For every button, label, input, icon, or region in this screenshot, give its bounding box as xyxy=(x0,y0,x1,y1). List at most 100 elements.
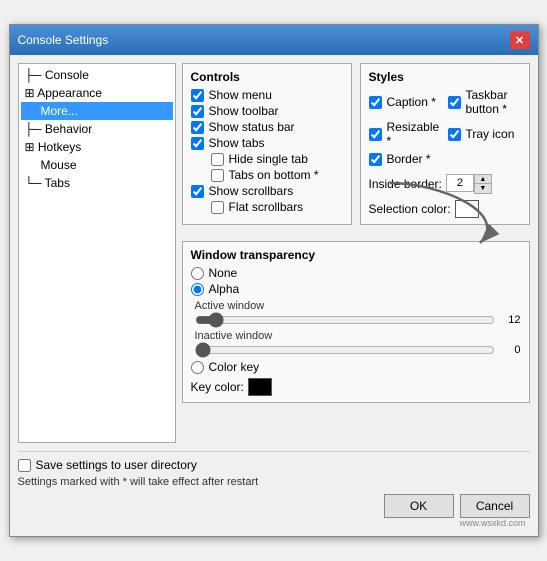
inactive-window-value: 0 xyxy=(501,344,521,356)
hide-single-tab-label: Hide single tab xyxy=(229,152,308,166)
show-tabs-row: Show tabs xyxy=(191,136,343,150)
taskbar-button-row: Taskbar button * xyxy=(448,88,521,116)
colorkey-radio-row: Color key xyxy=(191,360,521,374)
tabs-on-bottom-label: Tabs on bottom * xyxy=(229,168,319,182)
show-menu-checkbox[interactable] xyxy=(191,89,204,102)
hide-single-tab-checkbox[interactable] xyxy=(211,153,224,166)
sidebar-item-mouse[interactable]: Mouse xyxy=(21,156,173,174)
show-scrollbars-checkbox[interactable] xyxy=(191,185,204,198)
inside-border-spinner: ▲ ▼ xyxy=(446,174,492,194)
border-row: Border * xyxy=(369,152,442,166)
none-label: None xyxy=(209,266,238,280)
tray-icon-label: Tray icon xyxy=(466,127,515,141)
caption-label: Caption * xyxy=(387,95,436,109)
controls-title: Controls xyxy=(191,70,343,84)
tabs-on-bottom-checkbox[interactable] xyxy=(211,169,224,182)
transparency-title: Window transparency xyxy=(191,248,521,262)
save-settings-label: Save settings to user directory xyxy=(36,458,197,472)
watermark: www.wsxkd.com xyxy=(18,518,530,528)
selection-color-row: Selection color: xyxy=(369,200,521,218)
key-color-label: Key color: xyxy=(191,380,244,394)
right-panel: Controls Show menu Show toolbar Show sta… xyxy=(182,63,530,443)
active-window-slider-row: 12 xyxy=(195,314,521,326)
border-checkbox[interactable] xyxy=(369,153,382,166)
resizable-row: Resizable * xyxy=(369,120,442,148)
resizable-label: Resizable * xyxy=(387,120,442,148)
flat-scrollbars-checkbox[interactable] xyxy=(211,201,224,214)
spinner-up-button[interactable]: ▲ xyxy=(475,175,491,184)
show-scrollbars-row: Show scrollbars xyxy=(191,184,343,198)
inside-border-row: Inside border: ▲ ▼ xyxy=(369,174,521,194)
spinner-buttons: ▲ ▼ xyxy=(474,174,492,194)
flat-scrollbars-label: Flat scrollbars xyxy=(229,200,304,214)
show-toolbar-row: Show toolbar xyxy=(191,104,343,118)
sidebar-item-more[interactable]: More... xyxy=(21,102,173,120)
alpha-label: Alpha xyxy=(209,282,240,296)
controls-styles-row: Controls Show menu Show toolbar Show sta… xyxy=(182,63,530,225)
taskbar-button-label: Taskbar button * xyxy=(466,88,521,116)
sidebar-item-behavior[interactable]: ├─ Behavior xyxy=(21,120,173,138)
save-settings-checkbox[interactable] xyxy=(18,459,31,472)
tabs-on-bottom-row: Tabs on bottom * xyxy=(191,168,343,182)
caption-checkbox[interactable] xyxy=(369,96,382,109)
active-window-label: Active window xyxy=(195,300,521,312)
active-window-slider-area: Active window 12 xyxy=(195,300,521,326)
styles-title: Styles xyxy=(369,70,521,84)
show-status-bar-label: Show status bar xyxy=(209,120,295,134)
show-tabs-checkbox[interactable] xyxy=(191,137,204,150)
colorkey-label: Color key xyxy=(209,360,260,374)
show-menu-row: Show menu xyxy=(191,88,343,102)
show-tabs-label: Show tabs xyxy=(209,136,265,150)
show-status-bar-checkbox[interactable] xyxy=(191,121,204,134)
sidebar-tree: ├─ Console ⊞ Appearance More... ├─ Behav… xyxy=(18,63,176,443)
main-area: ├─ Console ⊞ Appearance More... ├─ Behav… xyxy=(18,63,530,443)
show-status-bar-row: Show status bar xyxy=(191,120,343,134)
alpha-radio[interactable] xyxy=(191,283,204,296)
show-toolbar-label: Show toolbar xyxy=(209,104,279,118)
sidebar-item-console[interactable]: ├─ Console xyxy=(21,66,173,84)
none-radio[interactable] xyxy=(191,267,204,280)
button-row: OK Cancel xyxy=(18,494,530,518)
resizable-checkbox[interactable] xyxy=(369,128,382,141)
show-toolbar-checkbox[interactable] xyxy=(191,105,204,118)
inside-border-input[interactable] xyxy=(446,174,474,192)
active-window-slider[interactable] xyxy=(195,314,495,326)
transparency-section: Window transparency None Alpha Active wi… xyxy=(182,241,530,403)
hide-single-tab-row: Hide single tab xyxy=(191,152,343,166)
flat-scrollbars-row: Flat scrollbars xyxy=(191,200,343,214)
colorkey-radio[interactable] xyxy=(191,361,204,374)
none-radio-row: None xyxy=(191,266,521,280)
styles-section: Styles Caption * Taskbar button * xyxy=(360,63,530,225)
inactive-window-label: Inactive window xyxy=(195,330,521,342)
alpha-radio-row: Alpha xyxy=(191,282,521,296)
key-color-picker[interactable] xyxy=(248,378,272,396)
tray-icon-row: Tray icon xyxy=(448,120,521,148)
show-scrollbars-label: Show scrollbars xyxy=(209,184,294,198)
controls-section: Controls Show menu Show toolbar Show sta… xyxy=(182,63,352,225)
inactive-window-slider[interactable] xyxy=(195,344,495,356)
key-color-row: Key color: xyxy=(191,378,521,396)
footer-area: Save settings to user directory Settings… xyxy=(18,451,530,528)
window-body: ├─ Console ⊞ Appearance More... ├─ Behav… xyxy=(10,55,538,536)
cancel-button[interactable]: Cancel xyxy=(460,494,530,518)
close-button[interactable]: ✕ xyxy=(510,31,530,49)
sidebar-item-appearance[interactable]: ⊞ Appearance xyxy=(21,84,173,102)
sidebar-item-hotkeys[interactable]: ⊞ Hotkeys xyxy=(21,138,173,156)
caption-row: Caption * xyxy=(369,88,442,116)
console-settings-window: Console Settings ✕ ├─ Console ⊞ Appearan… xyxy=(9,24,539,537)
show-menu-label: Show menu xyxy=(209,88,272,102)
tray-icon-checkbox[interactable] xyxy=(448,128,461,141)
window-title: Console Settings xyxy=(18,33,109,47)
selection-color-label: Selection color: xyxy=(369,202,451,216)
inside-border-label: Inside border: xyxy=(369,177,442,191)
selection-color-picker[interactable] xyxy=(455,200,479,218)
settings-note: Settings marked with * will take effect … xyxy=(18,476,530,488)
spinner-down-button[interactable]: ▼ xyxy=(475,184,491,193)
taskbar-button-checkbox[interactable] xyxy=(448,96,461,109)
titlebar: Console Settings ✕ xyxy=(10,25,538,55)
styles-grid: Caption * Taskbar button * Resizable * xyxy=(369,88,521,168)
inactive-window-slider-area: Inactive window 0 xyxy=(195,330,521,356)
sidebar-item-tabs[interactable]: └─ Tabs xyxy=(21,174,173,192)
ok-button[interactable]: OK xyxy=(384,494,454,518)
inactive-window-slider-row: 0 xyxy=(195,344,521,356)
